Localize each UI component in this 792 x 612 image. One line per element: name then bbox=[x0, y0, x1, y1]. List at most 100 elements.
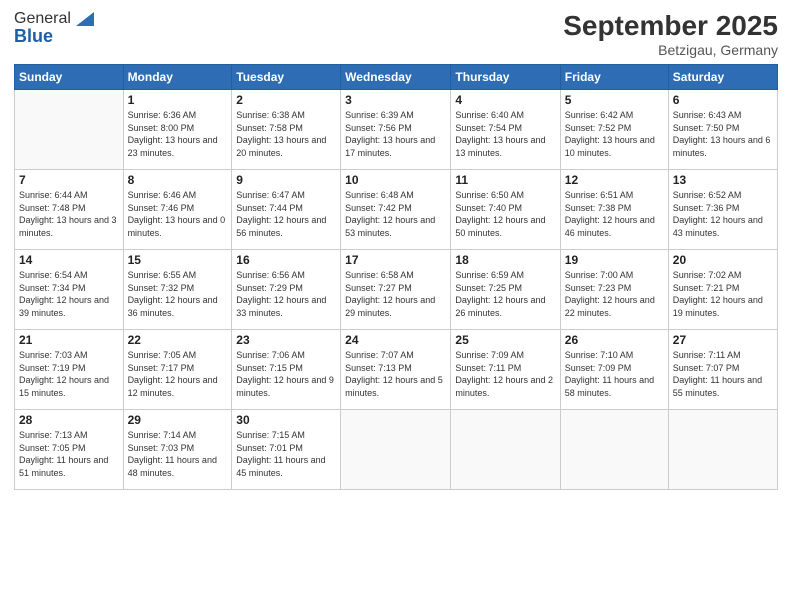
cell-w4-d6: 27 Sunrise: 7:11 AMSunset: 7:07 PMDayligh… bbox=[668, 330, 777, 410]
day-info-30: Sunrise: 7:15 AMSunset: 7:01 PMDaylight:… bbox=[236, 429, 336, 479]
day-info-6: Sunrise: 6:43 AMSunset: 7:50 PMDaylight:… bbox=[673, 109, 773, 159]
day-info-25: Sunrise: 7:09 AMSunset: 7:11 PMDaylight:… bbox=[455, 349, 555, 399]
cell-w5-d1: 29 Sunrise: 7:14 AMSunset: 7:03 PMDayligh… bbox=[123, 410, 232, 490]
day-number-6: 6 bbox=[673, 93, 773, 107]
day-info-18: Sunrise: 6:59 AMSunset: 7:25 PMDaylight:… bbox=[455, 269, 555, 319]
cell-w3-d0: 14 Sunrise: 6:54 AMSunset: 7:34 PMDayligh… bbox=[15, 250, 124, 330]
day-info-3: Sunrise: 6:39 AMSunset: 7:56 PMDaylight:… bbox=[345, 109, 446, 159]
day-number-24: 24 bbox=[345, 333, 446, 347]
day-number-25: 25 bbox=[455, 333, 555, 347]
week-row-2: 7Sunrise: 6:44 AMSunset: 7:48 PMDaylight… bbox=[15, 170, 778, 250]
day-info-20: Sunrise: 7:02 AMSunset: 7:21 PMDaylight:… bbox=[673, 269, 773, 319]
cell-w2-d1: 8Sunrise: 6:46 AMSunset: 7:46 PMDaylight… bbox=[123, 170, 232, 250]
day-info-9: Sunrise: 6:47 AMSunset: 7:44 PMDaylight:… bbox=[236, 189, 336, 239]
cell-w1-d2: 2 Sunrise: 6:38 AMSunset: 7:58 PMDaylight… bbox=[232, 90, 341, 170]
cell-w2-d4: 11 Sunrise: 6:50 AMSunset: 7:40 PMDayligh… bbox=[451, 170, 560, 250]
day-number-13: 13 bbox=[673, 173, 773, 187]
day-info-12: Sunrise: 6:51 AMSunset: 7:38 PMDaylight:… bbox=[565, 189, 664, 239]
day-info-26: Sunrise: 7:10 AMSunset: 7:09 PMDaylight:… bbox=[565, 349, 664, 399]
day-number-15: 15 bbox=[128, 253, 228, 267]
day-number-16: 16 bbox=[236, 253, 336, 267]
day-number-29: 29 bbox=[128, 413, 228, 427]
col-monday: Monday bbox=[123, 65, 232, 90]
cell-w4-d5: 26Sunrise: 7:10 AMSunset: 7:09 PMDayligh… bbox=[560, 330, 668, 410]
day-info-2: Sunrise: 6:38 AMSunset: 7:58 PMDaylight:… bbox=[236, 109, 336, 159]
day-info-21: Sunrise: 7:03 AMSunset: 7:19 PMDaylight:… bbox=[19, 349, 119, 399]
day-info-15: Sunrise: 6:55 AMSunset: 7:32 PMDaylight:… bbox=[128, 269, 228, 319]
cell-w2-d5: 12 Sunrise: 6:51 AMSunset: 7:38 PMDayligh… bbox=[560, 170, 668, 250]
cell-w3-d5: 19Sunrise: 7:00 AMSunset: 7:23 PMDayligh… bbox=[560, 250, 668, 330]
day-number-23: 23 bbox=[236, 333, 336, 347]
cell-w1-d5: 5 Sunrise: 6:42 AMSunset: 7:52 PMDaylight… bbox=[560, 90, 668, 170]
day-number-11: 11 bbox=[455, 173, 555, 187]
logo-icon bbox=[72, 10, 94, 28]
day-number-27: 27 bbox=[673, 333, 773, 347]
page: General Blue September 2025 Betzigau, Ge… bbox=[0, 0, 792, 612]
cell-w3-d4: 18 Sunrise: 6:59 AMSunset: 7:25 PMDayligh… bbox=[451, 250, 560, 330]
col-tuesday: Tuesday bbox=[232, 65, 341, 90]
day-number-1: 1 bbox=[128, 93, 228, 107]
col-saturday: Saturday bbox=[668, 65, 777, 90]
day-number-18: 18 bbox=[455, 253, 555, 267]
header: General Blue September 2025 Betzigau, Ge… bbox=[14, 10, 778, 58]
month-title: September 2025 bbox=[563, 10, 778, 42]
cell-w1-d0 bbox=[15, 90, 124, 170]
cell-w4-d1: 22Sunrise: 7:05 AMSunset: 7:17 PMDayligh… bbox=[123, 330, 232, 410]
day-number-28: 28 bbox=[19, 413, 119, 427]
day-info-28: Sunrise: 7:13 AMSunset: 7:05 PMDaylight:… bbox=[19, 429, 119, 479]
week-row-4: 21Sunrise: 7:03 AMSunset: 7:19 PMDayligh… bbox=[15, 330, 778, 410]
cell-w5-d2: 30 Sunrise: 7:15 AMSunset: 7:01 PMDayligh… bbox=[232, 410, 341, 490]
day-info-14: Sunrise: 6:54 AMSunset: 7:34 PMDaylight:… bbox=[19, 269, 119, 319]
cell-w3-d6: 20 Sunrise: 7:02 AMSunset: 7:21 PMDayligh… bbox=[668, 250, 777, 330]
day-number-9: 9 bbox=[236, 173, 336, 187]
logo: General Blue bbox=[14, 10, 94, 47]
day-number-10: 10 bbox=[345, 173, 446, 187]
cell-w5-d6 bbox=[668, 410, 777, 490]
col-thursday: Thursday bbox=[451, 65, 560, 90]
cell-w3-d2: 16 Sunrise: 6:56 AMSunset: 7:29 PMDayligh… bbox=[232, 250, 341, 330]
day-number-4: 4 bbox=[455, 93, 555, 107]
title-section: September 2025 Betzigau, Germany bbox=[563, 10, 778, 58]
day-number-5: 5 bbox=[565, 93, 664, 107]
day-info-29: Sunrise: 7:14 AMSunset: 7:03 PMDaylight:… bbox=[128, 429, 228, 479]
cell-w3-d3: 17Sunrise: 6:58 AMSunset: 7:27 PMDayligh… bbox=[341, 250, 451, 330]
cell-w1-d6: 6 Sunrise: 6:43 AMSunset: 7:50 PMDaylight… bbox=[668, 90, 777, 170]
cell-w2-d3: 10 Sunrise: 6:48 AMSunset: 7:42 PMDayligh… bbox=[341, 170, 451, 250]
weekday-header-row: Sunday Monday Tuesday Wednesday Thursday… bbox=[15, 65, 778, 90]
day-number-3: 3 bbox=[345, 93, 446, 107]
day-number-20: 20 bbox=[673, 253, 773, 267]
cell-w4-d2: 23 Sunrise: 7:06 AMSunset: 7:15 PMDayligh… bbox=[232, 330, 341, 410]
day-info-5: Sunrise: 6:42 AMSunset: 7:52 PMDaylight:… bbox=[565, 109, 664, 159]
col-sunday: Sunday bbox=[15, 65, 124, 90]
day-number-14: 14 bbox=[19, 253, 119, 267]
day-info-10: Sunrise: 6:48 AMSunset: 7:42 PMDaylight:… bbox=[345, 189, 446, 239]
col-friday: Friday bbox=[560, 65, 668, 90]
day-info-19: Sunrise: 7:00 AMSunset: 7:23 PMDaylight:… bbox=[565, 269, 664, 319]
cell-w5-d3 bbox=[341, 410, 451, 490]
cell-w1-d3: 3 Sunrise: 6:39 AMSunset: 7:56 PMDaylight… bbox=[341, 90, 451, 170]
day-number-30: 30 bbox=[236, 413, 336, 427]
cell-w5-d0: 28 Sunrise: 7:13 AMSunset: 7:05 PMDayligh… bbox=[15, 410, 124, 490]
week-row-3: 14 Sunrise: 6:54 AMSunset: 7:34 PMDayligh… bbox=[15, 250, 778, 330]
calendar-table: Sunday Monday Tuesday Wednesday Thursday… bbox=[14, 64, 778, 490]
logo-blue-text: Blue bbox=[14, 26, 94, 47]
day-info-27: Sunrise: 7:11 AMSunset: 7:07 PMDaylight:… bbox=[673, 349, 773, 399]
cell-w5-d5 bbox=[560, 410, 668, 490]
day-number-2: 2 bbox=[236, 93, 336, 107]
cell-w2-d6: 13Sunrise: 6:52 AMSunset: 7:36 PMDayligh… bbox=[668, 170, 777, 250]
day-number-7: 7 bbox=[19, 173, 119, 187]
location-text: Betzigau, Germany bbox=[563, 42, 778, 58]
week-row-5: 28 Sunrise: 7:13 AMSunset: 7:05 PMDayligh… bbox=[15, 410, 778, 490]
day-info-23: Sunrise: 7:06 AMSunset: 7:15 PMDaylight:… bbox=[236, 349, 336, 399]
day-info-1: Sunrise: 6:36 AMSunset: 8:00 PMDaylight:… bbox=[128, 109, 228, 159]
week-row-1: 1 Sunrise: 6:36 AMSunset: 8:00 PMDaylight… bbox=[15, 90, 778, 170]
cell-w1-d1: 1 Sunrise: 6:36 AMSunset: 8:00 PMDaylight… bbox=[123, 90, 232, 170]
cell-w5-d4 bbox=[451, 410, 560, 490]
day-info-11: Sunrise: 6:50 AMSunset: 7:40 PMDaylight:… bbox=[455, 189, 555, 239]
day-number-12: 12 bbox=[565, 173, 664, 187]
col-wednesday: Wednesday bbox=[341, 65, 451, 90]
cell-w4-d0: 21Sunrise: 7:03 AMSunset: 7:19 PMDayligh… bbox=[15, 330, 124, 410]
day-info-16: Sunrise: 6:56 AMSunset: 7:29 PMDaylight:… bbox=[236, 269, 336, 319]
day-number-17: 17 bbox=[345, 253, 446, 267]
cell-w4-d3: 24Sunrise: 7:07 AMSunset: 7:13 PMDayligh… bbox=[341, 330, 451, 410]
